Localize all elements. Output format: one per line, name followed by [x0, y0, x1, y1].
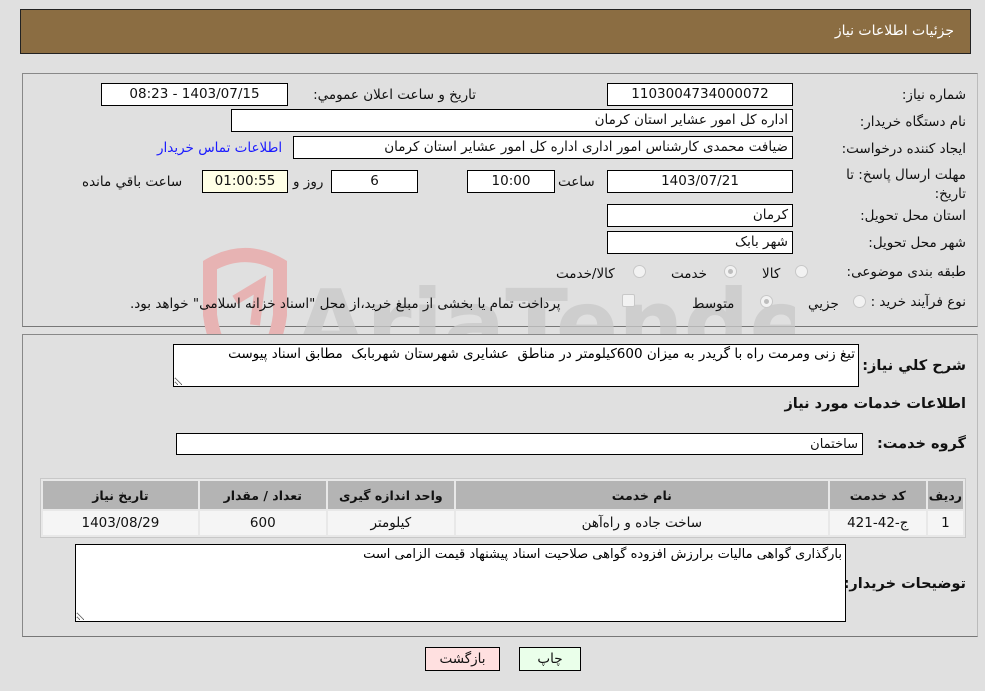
purchase-radio-medium[interactable] — [760, 295, 773, 308]
category-radio-service[interactable] — [724, 265, 737, 278]
requester-label: ایجاد کننده درخواست: — [841, 141, 966, 157]
buyer-contact-link[interactable]: اطلاعات تماس خریدار — [157, 140, 282, 156]
deadline-time-field[interactable]: 10:00 — [467, 170, 555, 193]
page-title: جزئیات اطلاعات نیاز — [834, 23, 954, 39]
cell-unit: کیلومتر — [327, 511, 454, 535]
time-remaining-field[interactable]: 01:00:55 — [202, 170, 288, 193]
services-heading: اطلاعات خدمات مورد نیاز — [784, 396, 966, 412]
deadline-label: مهلت ارسال پاسخ: تا تاریخ: — [846, 167, 966, 202]
cell-service-code: ج-42-421 — [829, 511, 926, 535]
back-button[interactable]: بازگشت — [425, 647, 500, 671]
announce-datetime-label: تاریخ و ساعت اعلان عمومي: — [313, 87, 476, 103]
delivery-city-field[interactable]: شهر بابک — [607, 231, 793, 254]
buyer-org-label: نام دستگاه خریدار: — [859, 114, 966, 130]
cell-row-number: 1 — [927, 511, 963, 535]
purchase-type-label: نوع فرآیند خرید : — [870, 294, 966, 310]
cell-quantity: 600 — [199, 511, 326, 535]
services-table-header: ردیف کد خدمت نام خدمت واحد اندازه گیری ت… — [43, 481, 963, 509]
time-remaining-label: ساعت باقي مانده — [82, 174, 183, 190]
requester-field[interactable]: ضیافت محمدی کارشناس امور اداری اداره کل … — [293, 136, 793, 159]
deadline-time-label: ساعت — [558, 174, 595, 190]
col-service-name: نام خدمت — [455, 481, 828, 509]
purchase-option-medium: متوسط — [692, 296, 735, 312]
category-option-goods-service: کالا/خدمت — [556, 266, 615, 282]
col-unit: واحد اندازه گیری — [327, 481, 454, 509]
purchase-radio-minor[interactable] — [853, 295, 866, 308]
treasury-checkbox[interactable] — [622, 294, 635, 307]
col-service-code: کد خدمت — [829, 481, 926, 509]
category-radio-goods[interactable] — [795, 265, 808, 278]
deadline-date-field[interactable]: 1403/07/21 — [607, 170, 793, 193]
buyer-notes-textarea[interactable]: بارگذاری گواهی مالیات برارزش افزوده گواه… — [75, 544, 846, 622]
days-remaining-field[interactable]: 6 — [331, 170, 418, 193]
need-number-field[interactable]: 1103004734000072 — [607, 83, 793, 106]
days-label: روز و — [293, 174, 324, 190]
need-number-label: شماره نیاز: — [901, 87, 966, 103]
col-quantity: تعداد / مقدار — [199, 481, 326, 509]
services-table: ردیف کد خدمت نام خدمت واحد اندازه گیری ت… — [40, 478, 966, 538]
delivery-province-field[interactable]: کرمان — [607, 204, 793, 227]
category-option-service: خدمت — [671, 266, 707, 282]
description-label: شرح كلي نياز: — [862, 358, 966, 374]
col-need-date: تاریخ نیاز — [43, 481, 198, 509]
col-row-number: ردیف — [927, 481, 963, 509]
table-row: 1 ج-42-421 ساخت جاده و راه‌آهن کیلومتر 6… — [43, 511, 963, 535]
cell-service-name: ساخت جاده و راه‌آهن — [455, 511, 828, 535]
print-button[interactable]: چاپ — [519, 647, 581, 671]
service-group-label: گروه خدمت: — [876, 436, 966, 452]
category-label: طبقه بندی موضوعی: — [846, 264, 966, 280]
buyer-notes-label: توضیحات خریدار: — [843, 576, 966, 592]
category-radio-goods-service[interactable] — [633, 265, 646, 278]
announce-datetime-field[interactable]: 1403/07/15 - 08:23 — [101, 83, 288, 106]
description-textarea[interactable]: تیغ زنی ومرمت راه با گریدر به میزان 600ک… — [173, 344, 859, 387]
category-option-goods: کالا — [762, 266, 781, 282]
buyer-org-field[interactable]: اداره کل امور عشایر استان کرمان — [231, 109, 793, 132]
cell-need-date: 1403/08/29 — [43, 511, 198, 535]
page-header: جزئیات اطلاعات نیاز — [20, 9, 971, 54]
delivery-city-label: شهر محل تحویل: — [868, 235, 966, 251]
purchase-option-minor: جزيي — [808, 296, 839, 312]
delivery-province-label: استان محل تحویل: — [860, 208, 966, 224]
service-group-field[interactable]: ساختمان — [176, 433, 863, 455]
treasury-note: پرداخت تمام یا بخشی از مبلغ خرید،از محل … — [130, 296, 561, 312]
